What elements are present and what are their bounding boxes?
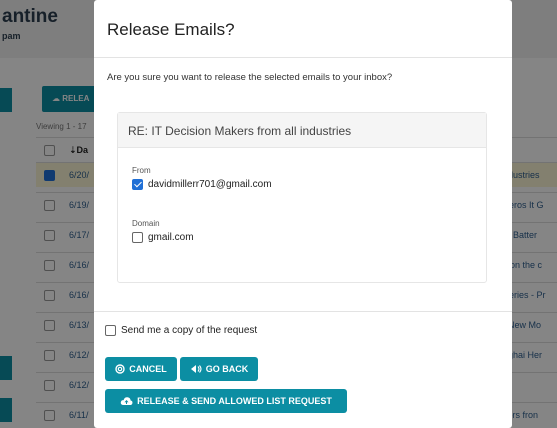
back-arrow-icon (190, 364, 202, 374)
from-value: davidmillerr701@gmail.com (148, 179, 272, 190)
send-copy-option[interactable]: Send me a copy of the request (105, 325, 257, 336)
dialog-question: Are you sure you want to release the sel… (107, 72, 393, 83)
domain-checkbox[interactable] (132, 232, 143, 243)
divider (94, 311, 512, 312)
divider (94, 57, 512, 58)
from-checkbox[interactable] (132, 179, 143, 190)
cancel-circle-icon (115, 364, 125, 374)
release-and-send-button[interactable]: RELEASE & SEND ALLOWED LIST REQUEST (105, 389, 347, 413)
go-back-button[interactable]: GO BACK (180, 357, 258, 381)
email-card-header: RE: IT Decision Makers from all industri… (118, 113, 486, 148)
dialog-title: Release Emails? (107, 20, 235, 39)
send-copy-label: Send me a copy of the request (121, 325, 258, 336)
send-copy-checkbox[interactable] (105, 325, 116, 336)
domain-option[interactable]: gmail.com (132, 232, 194, 243)
release-emails-dialog: Release Emails? Are you sure you want to… (94, 0, 512, 428)
from-label: From (132, 166, 151, 175)
cancel-button[interactable]: CANCEL (105, 357, 177, 381)
domain-value: gmail.com (148, 232, 194, 243)
cloud-upload-icon (120, 396, 133, 406)
from-option[interactable]: davidmillerr701@gmail.com (132, 179, 272, 190)
email-card: RE: IT Decision Makers from all industri… (117, 112, 487, 283)
domain-label: Domain (132, 219, 160, 228)
email-subject: RE: IT Decision Makers from all industri… (128, 124, 352, 138)
